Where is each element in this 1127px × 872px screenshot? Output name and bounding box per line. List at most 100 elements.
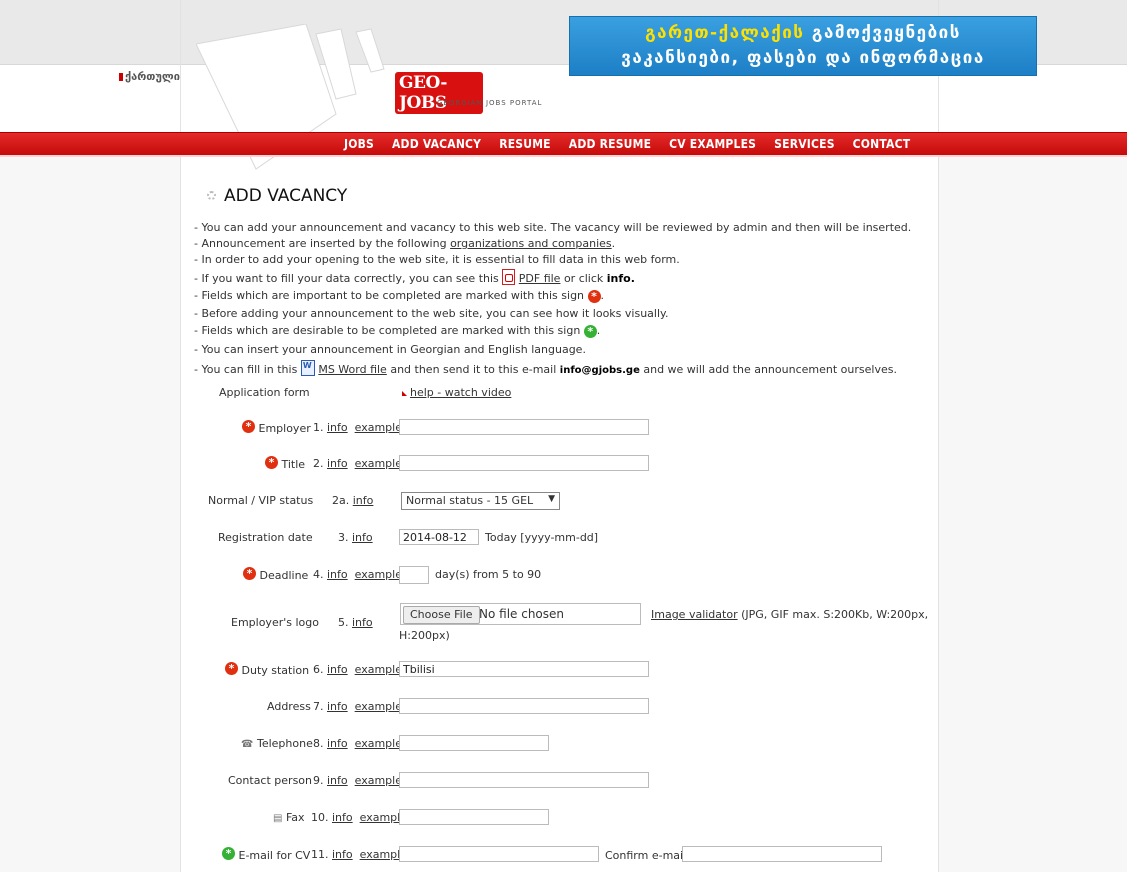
duty-input[interactable] — [399, 661, 649, 677]
help-video[interactable]: help - watch video — [402, 386, 511, 399]
nav-resume[interactable]: RESUME — [490, 133, 560, 155]
pdf-icon[interactable] — [502, 269, 516, 285]
regdate-num: 3. info — [338, 531, 373, 544]
deadline-input[interactable] — [399, 566, 429, 584]
nav-add-resume[interactable]: ADD RESUME — [560, 133, 660, 155]
title-bullet-icon — [207, 191, 216, 200]
employer-info-link[interactable]: info — [327, 421, 348, 434]
deadline-hint: day(s) from 5 to 90 — [435, 568, 542, 581]
title-label: * Title — [265, 455, 305, 471]
email-info-link[interactable]: info — [332, 848, 353, 861]
ad-banner[interactable]: გარეთ-ქალაქის გამოქვეყნების ვაკანსიები, … — [569, 16, 1037, 76]
contact-num: 9. info example — [313, 774, 402, 787]
logo-text: GEO-JOBS — [395, 72, 483, 114]
title-input[interactable] — [399, 455, 649, 471]
confirm-email-label: Confirm e-mail — [605, 849, 687, 862]
email-input[interactable] — [399, 846, 599, 862]
deadline-label: * Deadline — [243, 566, 308, 582]
nav-services[interactable]: SERVICES — [765, 133, 844, 155]
confirm-email-input[interactable] — [682, 846, 882, 862]
employer-input[interactable] — [399, 419, 649, 435]
pdf-file-link[interactable]: PDF file — [519, 272, 561, 285]
intro-line: - You can add your announcement and vaca… — [194, 221, 912, 234]
fax-input[interactable] — [399, 809, 549, 825]
title-info-link[interactable]: info — [327, 457, 348, 470]
intro-line: - In order to add your opening to the we… — [194, 253, 680, 266]
site-logo[interactable]: GEO-JOBS — [395, 72, 483, 114]
right-margin — [938, 132, 1127, 872]
banner-line2: ვაკანსიები, ფასები და ინფორმაცია — [621, 48, 985, 68]
required-asterisk-icon: * — [587, 289, 601, 303]
logo-note-2: H:200px) — [399, 629, 450, 642]
regdate-label: Registration date — [218, 531, 313, 544]
telephone-info-link[interactable]: info — [327, 737, 348, 750]
nav-cv-examples[interactable]: CV EXAMPLES — [660, 133, 765, 155]
address-info-link[interactable]: info — [327, 700, 348, 713]
title-num: 2. info example — [313, 457, 402, 470]
word-doc-icon[interactable] — [300, 360, 315, 376]
page-title: ADD VACANCY — [224, 186, 348, 206]
nav-contact[interactable]: CONTACT — [844, 133, 920, 155]
title-example-link[interactable]: example — [355, 457, 402, 470]
deadline-example-link[interactable]: example — [355, 568, 402, 581]
status-num: 2a. info — [332, 494, 374, 507]
fax-info-link[interactable]: info — [332, 811, 353, 824]
nav-jobs[interactable]: JOBS — [335, 133, 383, 155]
address-row: Address 7. info example — [200, 698, 900, 718]
intro-line: - You can fill in this MS Word file and … — [194, 360, 897, 376]
contact-example-link[interactable]: example — [355, 774, 402, 787]
left-margin — [0, 132, 180, 872]
banner-line1: გარეთ-ქალაქის გამოქვეყნების — [645, 23, 961, 43]
play-triangle-icon — [402, 390, 407, 396]
file-status: No file chosen — [479, 607, 565, 621]
duty-row: * Duty station 6. info example — [200, 661, 900, 681]
ms-word-link[interactable]: MS Word file — [318, 363, 387, 376]
duty-example-link[interactable]: example — [355, 663, 402, 676]
logo-info-link[interactable]: info — [352, 616, 373, 629]
image-validator-link[interactable]: Image validator — [651, 608, 738, 621]
logo-file-input[interactable]: Choose File No file chosen — [400, 603, 641, 625]
choose-file-button[interactable]: Choose File — [403, 606, 480, 624]
address-input[interactable] — [399, 698, 649, 714]
contact-email: info@gjobs.ge — [559, 365, 640, 376]
email-num: 11. info example — [311, 848, 407, 861]
contact-input[interactable] — [399, 772, 649, 788]
logo-validator: Image validator (JPG, GIF max. S:200Kb, … — [651, 608, 929, 621]
address-example-link[interactable]: example — [355, 700, 402, 713]
employer-row: * Employer 1. info example — [200, 419, 900, 439]
telephone-num: 8. info example — [313, 737, 402, 750]
email-row: * E-mail for CV 11. info example Confirm… — [200, 846, 900, 866]
deadline-info-link[interactable]: info — [327, 568, 348, 581]
contact-info-link[interactable]: info — [327, 774, 348, 787]
fax-num: 10. info example — [311, 811, 407, 824]
organizations-link[interactable]: organizations and companies — [450, 237, 612, 250]
left-column-line — [180, 0, 181, 872]
logo-num: 5. info — [338, 616, 373, 629]
dropdown-arrow-icon: ▼ — [548, 494, 555, 504]
status-label: Normal / VIP status — [208, 494, 314, 507]
employer-example-link[interactable]: example — [355, 421, 402, 434]
duty-num: 6. info example — [313, 663, 402, 676]
contact-label: Contact person — [228, 774, 312, 787]
regdate-info-link[interactable]: info — [352, 531, 373, 544]
regdate-input[interactable] — [399, 529, 479, 545]
duty-info-link[interactable]: info — [327, 663, 348, 676]
regdate-row: Registration date 3. info Today [yyyy-mm… — [200, 529, 900, 549]
georgian-language-link[interactable]: ქართული — [119, 70, 180, 83]
telephone-input[interactable] — [399, 735, 549, 751]
telephone-row: ☎ Telephone 8. info example — [200, 735, 900, 755]
required-asterisk-icon: * — [242, 419, 255, 433]
address-label: Address — [267, 700, 311, 713]
regdate-hint: Today [yyyy-mm-dd] — [485, 531, 599, 544]
telephone-example-link[interactable]: example — [355, 737, 402, 750]
help-video-link[interactable]: help - watch video — [410, 386, 511, 399]
nav-add-vacancy[interactable]: ADD VACANCY — [383, 133, 490, 155]
main-nav: JOBS ADD VACANCY RESUME ADD RESUME CV EX… — [0, 132, 1127, 157]
required-asterisk-icon: * — [225, 661, 238, 675]
fax-row: ▤ Fax 10. info example — [200, 809, 900, 829]
required-asterisk-icon: * — [243, 566, 256, 580]
logo-subtitle: GEORGIAN JOBS PORTAL — [437, 99, 543, 107]
status-info-link[interactable]: info — [353, 494, 374, 507]
intro-line: - Fields which are desirable to be compl… — [194, 324, 601, 338]
status-select[interactable]: Normal status - 15 GEL ▼ — [401, 492, 560, 510]
